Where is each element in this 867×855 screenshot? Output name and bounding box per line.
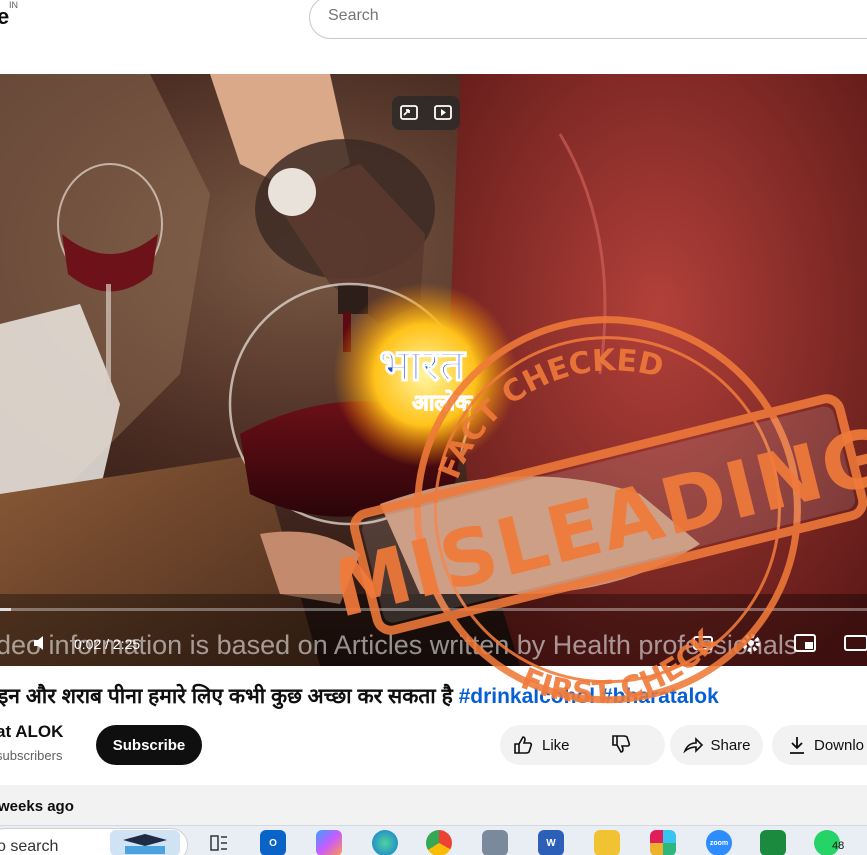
watermark-text-top: भारत xyxy=(379,340,466,391)
download-button[interactable]: Downlo xyxy=(772,725,867,765)
miniplayer-icon[interactable] xyxy=(792,630,818,656)
copilot-icon[interactable] xyxy=(316,830,342,855)
top-bar: e IN xyxy=(0,0,867,74)
region-code: IN xyxy=(9,0,18,10)
like-label: Like xyxy=(542,736,570,754)
task-view-icon[interactable] xyxy=(206,830,232,855)
graduation-cap-icon[interactable] xyxy=(110,830,180,855)
chart-app-icon[interactable] xyxy=(760,830,786,855)
download-label: Downlo xyxy=(814,736,865,754)
word-icon[interactable]: W xyxy=(538,830,564,855)
outlook-icon[interactable]: O xyxy=(260,830,286,855)
subtitles-icon[interactable] xyxy=(690,630,716,656)
youtube-logo[interactable]: e xyxy=(0,4,9,30)
like-button[interactable]: Like xyxy=(512,725,570,765)
watermark-text-bottom: आलोक xyxy=(412,389,473,416)
video-title-text: इन और शराब पीना हमारे लिए कभी कुछ अच्छा … xyxy=(0,685,453,708)
subscribe-button[interactable]: Subscribe xyxy=(96,725,202,765)
search-box[interactable] xyxy=(309,0,867,39)
autoplay-icon[interactable] xyxy=(431,101,455,125)
video-hashtags[interactable]: #drinkalcohol #bharatalok xyxy=(459,685,719,708)
player-overlay-controls xyxy=(392,96,460,130)
channel-watermark: भारत आलोक xyxy=(333,283,517,467)
video-player[interactable]: भारत आलोक deo information is based on Ar… xyxy=(0,74,867,666)
thumbs-up-icon xyxy=(514,736,533,754)
share-label: Share xyxy=(710,736,751,754)
subscriber-count: subscribers xyxy=(0,748,63,763)
edge-browser-icon[interactable] xyxy=(372,830,398,855)
channel-name[interactable]: at ALOK xyxy=(0,722,63,742)
search-input[interactable] xyxy=(328,7,728,25)
dislike-button[interactable] xyxy=(610,733,634,757)
slack-icon[interactable] xyxy=(650,830,676,855)
theater-mode-icon[interactable] xyxy=(842,630,867,656)
settings-gear-icon[interactable] xyxy=(738,630,764,656)
windows-taskbar: o search O W zoom 48 xyxy=(0,825,867,855)
share-button[interactable]: Share xyxy=(670,725,763,765)
whatsapp-badge: 48 xyxy=(832,840,845,852)
volume-icon[interactable] xyxy=(28,630,54,656)
zoom-icon[interactable]: zoom xyxy=(706,830,732,855)
description-box[interactable] xyxy=(0,785,867,830)
progress-fill xyxy=(0,608,12,611)
download-icon xyxy=(790,737,804,754)
chrome-browser-icon[interactable] xyxy=(426,830,452,855)
upload-date: weeks ago xyxy=(0,798,74,815)
file-explorer-icon[interactable] xyxy=(594,830,620,855)
player-controls: 0:02 / 2:25 xyxy=(0,622,867,666)
notes-app-icon[interactable] xyxy=(482,830,508,855)
progress-bar[interactable] xyxy=(0,608,867,611)
like-dislike-group: Like xyxy=(500,725,665,765)
taskbar-search-text: o search xyxy=(0,838,59,855)
time-display: 0:02 / 2:25 xyxy=(74,636,141,652)
video-title: इन और शराब पीना हमारे लिए कभी कुछ अच्छा … xyxy=(0,682,867,710)
thumbs-down-icon xyxy=(612,735,631,753)
share-arrow-icon xyxy=(683,737,704,754)
cast-icon[interactable] xyxy=(397,101,421,125)
